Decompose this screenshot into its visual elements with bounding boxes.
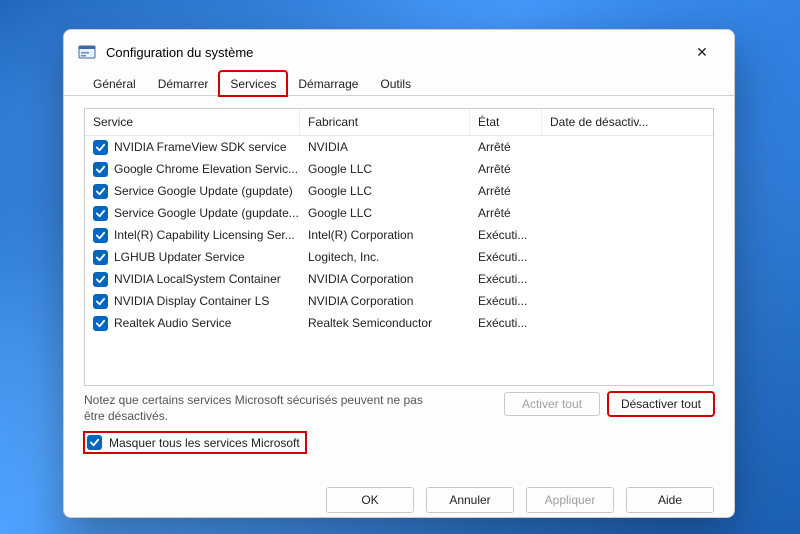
service-name: NVIDIA Display Container LS <box>114 294 269 308</box>
disable-all-button[interactable]: Désactiver tout <box>608 392 714 416</box>
service-checkbox[interactable] <box>93 162 108 177</box>
service-name: Google Chrome Elevation Servic... <box>114 162 298 176</box>
apply-button[interactable]: Appliquer <box>526 487 614 513</box>
etat-cell: Exécuti... <box>470 250 542 264</box>
service-checkbox[interactable] <box>93 272 108 287</box>
table-row[interactable]: LGHUB Updater Service Logitech, Inc.Exécu… <box>85 246 713 268</box>
fabricant-cell: Google LLC <box>300 162 470 176</box>
etat-cell: Arrêté <box>470 206 542 220</box>
service-cell: Service Google Update (gupdate) <box>85 184 300 199</box>
hide-ms-label: Masquer tous les services Microsoft <box>109 436 300 450</box>
column-date[interactable]: Date de désactiv... <box>542 109 713 135</box>
fabricant-cell: Google LLC <box>300 206 470 220</box>
tab-content: Service Fabricant État Date de désactiv.… <box>64 96 734 465</box>
service-checkbox[interactable] <box>93 250 108 265</box>
service-checkbox[interactable] <box>93 206 108 221</box>
cancel-button[interactable]: Annuler <box>426 487 514 513</box>
service-checkbox[interactable] <box>93 228 108 243</box>
fabricant-cell: NVIDIA Corporation <box>300 294 470 308</box>
window-title: Configuration du système <box>106 45 253 60</box>
etat-cell: Arrêté <box>470 140 542 154</box>
service-name: NVIDIA LocalSystem Container <box>114 272 281 286</box>
etat-cell: Arrêté <box>470 184 542 198</box>
service-checkbox[interactable] <box>93 294 108 309</box>
service-cell: Realtek Audio Service <box>85 316 300 331</box>
close-button[interactable]: ✕ <box>684 38 720 66</box>
fabricant-cell: Google LLC <box>300 184 470 198</box>
service-name: Service Google Update (gupdate... <box>114 206 299 220</box>
fabricant-cell: NVIDIA <box>300 140 470 154</box>
service-checkbox[interactable] <box>93 184 108 199</box>
service-cell: LGHUB Updater Service <box>85 250 300 265</box>
ok-button[interactable]: OK <box>326 487 414 513</box>
titlebar: Configuration du système ✕ <box>64 30 734 70</box>
service-checkbox[interactable] <box>93 140 108 155</box>
service-name: Service Google Update (gupdate) <box>114 184 293 198</box>
service-name: Intel(R) Capability Licensing Ser... <box>114 228 295 242</box>
column-etat[interactable]: État <box>470 109 542 135</box>
etat-cell: Arrêté <box>470 162 542 176</box>
tab-demarrer[interactable]: Démarrer <box>147 71 220 96</box>
etat-cell: Exécuti... <box>470 294 542 308</box>
fabricant-cell: Intel(R) Corporation <box>300 228 470 242</box>
table-row[interactable]: Intel(R) Capability Licensing Ser... Inte… <box>85 224 713 246</box>
service-cell: NVIDIA LocalSystem Container <box>85 272 300 287</box>
table-row[interactable]: NVIDIA LocalSystem Container NVIDIA Corpo… <box>85 268 713 290</box>
fabricant-cell: Realtek Semiconductor <box>300 316 470 330</box>
table-row[interactable]: Google Chrome Elevation Servic...Google … <box>85 158 713 180</box>
service-cell: Intel(R) Capability Licensing Ser... <box>85 228 300 243</box>
etat-cell: Exécuti... <box>470 272 542 286</box>
msconfig-window: Configuration du système ✕ Général Démar… <box>63 29 735 518</box>
service-checkbox[interactable] <box>93 316 108 331</box>
service-name: Realtek Audio Service <box>114 316 231 330</box>
column-fabricant[interactable]: Fabricant <box>300 109 470 135</box>
etat-cell: Exécuti... <box>470 228 542 242</box>
fabricant-cell: NVIDIA Corporation <box>300 272 470 286</box>
listview-body: NVIDIA FrameView SDK serviceNVIDIAArrêté… <box>85 136 713 385</box>
hide-ms-checkbox[interactable] <box>87 435 102 450</box>
tab-outils[interactable]: Outils <box>369 71 422 96</box>
table-row[interactable]: Service Google Update (gupdate...Google … <box>85 202 713 224</box>
service-cell: NVIDIA Display Container LS <box>85 294 300 309</box>
enable-all-button[interactable]: Activer tout <box>504 392 600 416</box>
note-text: Notez que certains services Microsoft sé… <box>84 392 434 424</box>
table-row[interactable]: Service Google Update (gupdate) Google LL… <box>85 180 713 202</box>
fabricant-cell: Logitech, Inc. <box>300 250 470 264</box>
service-cell: Service Google Update (gupdate... <box>85 206 300 221</box>
dialog-buttons: OK Annuler Appliquer Aide <box>64 487 734 529</box>
help-button[interactable]: Aide <box>626 487 714 513</box>
tab-services[interactable]: Services <box>219 71 287 96</box>
table-row[interactable]: NVIDIA FrameView SDK service NVIDIAArrêté <box>85 136 713 158</box>
column-service[interactable]: Service <box>85 109 300 135</box>
hide-ms-services-row[interactable]: Masquer tous les services Microsoft <box>84 432 306 453</box>
services-listview[interactable]: Service Fabricant État Date de désactiv.… <box>84 108 714 386</box>
service-name: LGHUB Updater Service <box>114 250 245 264</box>
tab-general[interactable]: Général <box>82 71 147 96</box>
service-cell: NVIDIA FrameView SDK service <box>85 140 300 155</box>
service-name: NVIDIA FrameView SDK service <box>114 140 287 154</box>
table-row[interactable]: NVIDIA Display Container LS NVIDIA Corpor… <box>85 290 713 312</box>
app-icon <box>78 43 96 61</box>
listview-header: Service Fabricant État Date de désactiv.… <box>85 109 713 136</box>
table-row[interactable]: Realtek Audio Service Realtek Semiconduct… <box>85 312 713 334</box>
tab-demarrage[interactable]: Démarrage <box>287 71 369 96</box>
tab-bar: Général Démarrer Services Démarrage Outi… <box>64 70 734 96</box>
close-icon: ✕ <box>696 45 708 59</box>
service-cell: Google Chrome Elevation Servic... <box>85 162 300 177</box>
etat-cell: Exécuti... <box>470 316 542 330</box>
